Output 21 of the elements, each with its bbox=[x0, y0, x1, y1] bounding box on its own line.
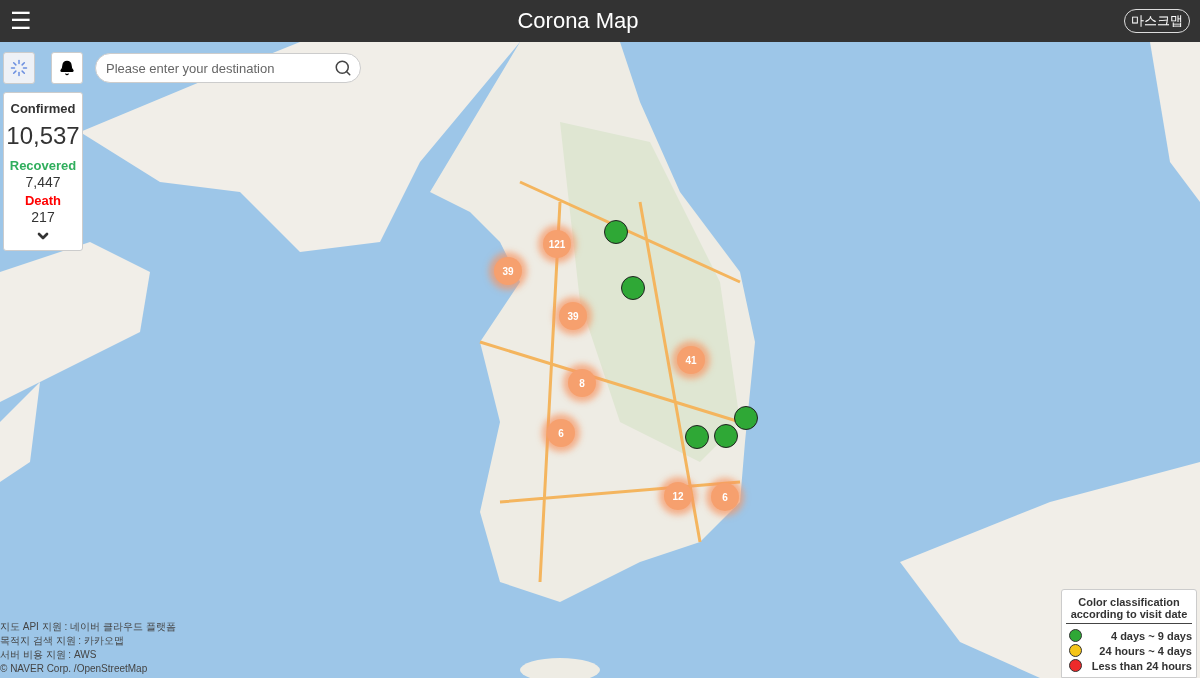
legend-label: Less than 24 hours bbox=[1091, 659, 1192, 672]
attribution-text: 서버 비용 지원 : AWS bbox=[0, 648, 98, 662]
legend-label: 4 days ~ 9 days bbox=[1110, 629, 1192, 642]
recovered-count: 7,447 bbox=[25, 174, 61, 190]
notification-button[interactable] bbox=[51, 52, 83, 84]
attribution-text: 지도 API 지원 : 네이버 클라우드 플랫폼 bbox=[0, 620, 176, 634]
legend-label: 24 hours ~ 4 days bbox=[1099, 644, 1192, 657]
death-count: 217 bbox=[31, 209, 55, 225]
confirmed-count: 10,537 bbox=[6, 122, 80, 150]
legend-title: Color classification according to visit date bbox=[1066, 596, 1192, 624]
search-icon[interactable] bbox=[334, 59, 352, 77]
confirmed-label: Confirmed bbox=[10, 101, 76, 116]
menu-button[interactable]: ☰ bbox=[10, 9, 32, 33]
spinner-icon bbox=[10, 59, 28, 77]
recovered-label: Recovered bbox=[9, 158, 77, 173]
attribution-text: 목적지 검색 지원 : 카카오맵 bbox=[0, 634, 125, 648]
death-label: Death bbox=[24, 193, 62, 208]
bell-icon bbox=[59, 60, 75, 76]
app-title: Corona Map bbox=[517, 8, 639, 34]
search-field[interactable]: Please enter your destination bbox=[95, 53, 361, 83]
attribution-text: © NAVER Corp. /OpenStreetMap bbox=[0, 662, 149, 676]
